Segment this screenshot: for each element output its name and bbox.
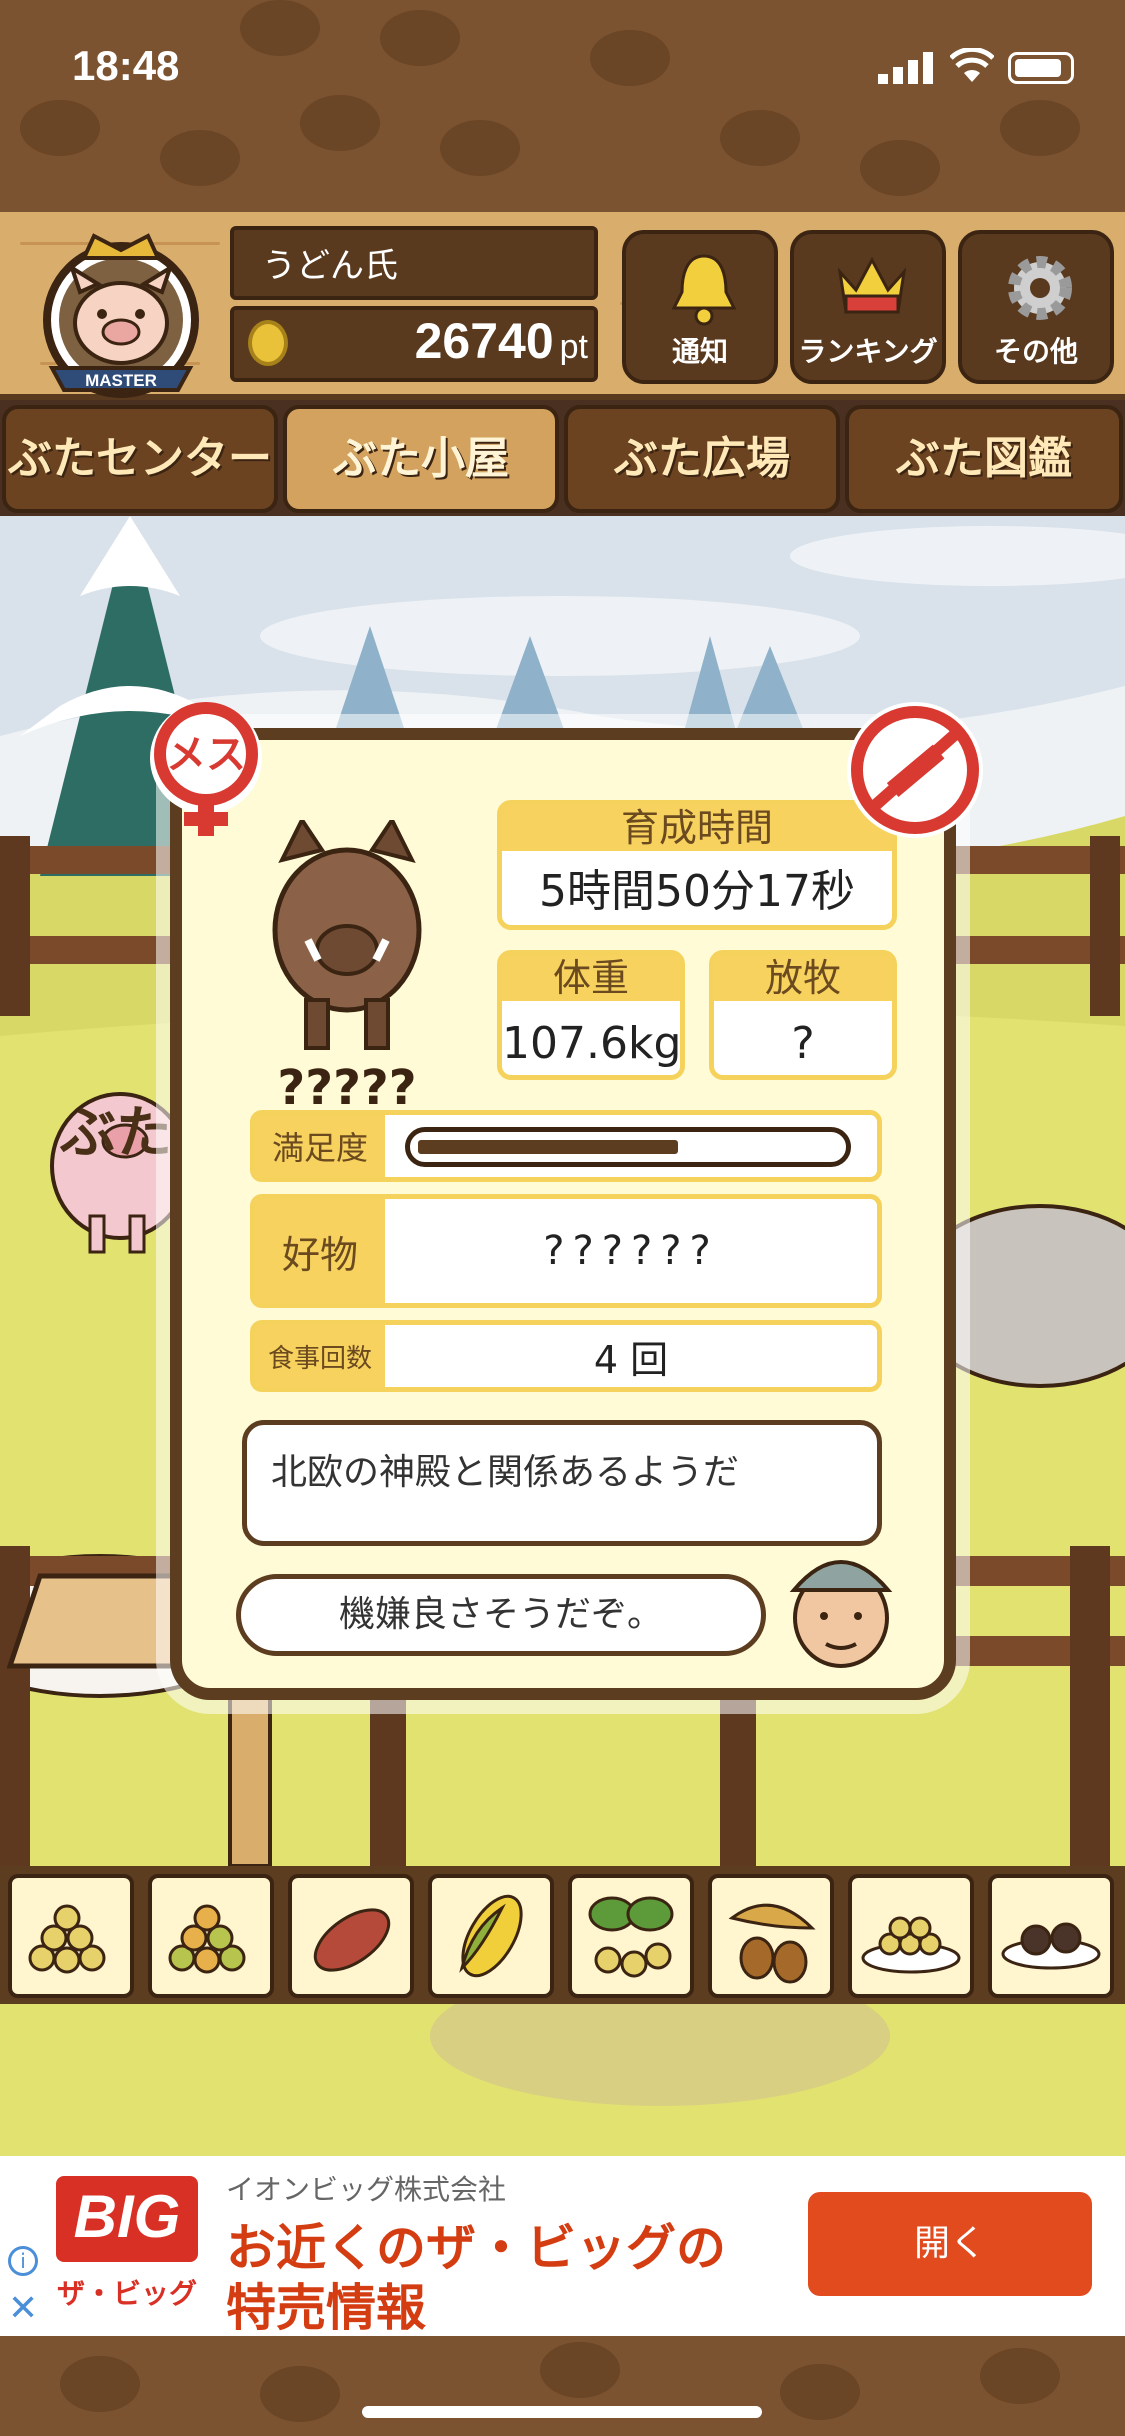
satisfaction-fill xyxy=(418,1140,678,1154)
pasture-label: 放牧 xyxy=(714,955,892,1001)
food-slot-7[interactable] xyxy=(848,1874,974,1998)
username: うどん氏 xyxy=(262,246,398,286)
soybean-icon xyxy=(28,1904,106,1974)
no-injection-icon xyxy=(847,702,983,838)
crown-icon xyxy=(837,256,907,314)
weight-label: 体重 xyxy=(502,955,680,1001)
notification-label: 通知 xyxy=(671,335,728,368)
tab-buta-hut[interactable]: ぶた小屋 xyxy=(283,405,559,513)
advertisement-banner[interactable]: BIG ザ・ビッグ i ✕ イオンビッグ株式会社 お近くのザ・ビッグの 特売情報… xyxy=(0,2156,1125,2337)
ad-logo-text: BIG xyxy=(73,2183,181,2250)
meal-count-row: 食事回数 4 回 xyxy=(250,1320,882,1392)
pig-name: ????? xyxy=(277,1060,417,1116)
ad-logo-sub: ザ・ビッグ xyxy=(56,2277,197,2310)
tab-buta-plaza[interactable]: ぶた広場 xyxy=(564,405,840,513)
weight-value: 107.6kg xyxy=(502,1018,682,1069)
bell-icon xyxy=(671,254,737,326)
truffle-dish-icon xyxy=(1001,1922,1101,1970)
weight-box: 体重 107.6kg xyxy=(497,950,685,1080)
ginkgo-icon xyxy=(588,1896,674,1978)
description-text: 北欧の神殿と関係あるようだ xyxy=(271,1452,740,1493)
top-pattern-band xyxy=(0,0,1125,215)
ad-close-icon[interactable]: ✕ xyxy=(8,2288,38,2329)
tab-buta-center[interactable]: ぶたセンター xyxy=(2,405,278,513)
farmer-face-icon xyxy=(789,1560,893,1668)
food-slot-2[interactable] xyxy=(148,1874,274,1998)
other-label: その他 xyxy=(993,335,1078,368)
farmer-comment-bubble: 機嫌良さそうだぞ。 xyxy=(236,1574,766,1656)
pasture-box: 放牧 ? xyxy=(709,950,897,1080)
mixed-beans-icon xyxy=(168,1904,246,1974)
female-gender-icon: メス xyxy=(150,702,262,836)
food-slot-8[interactable] xyxy=(988,1874,1114,1998)
satisfaction-label: 満足度 xyxy=(255,1115,385,1177)
raise-time-label: 育成時間 xyxy=(502,805,892,851)
acorn-icon xyxy=(728,1903,816,1984)
ad-company: イオンビッグ株式会社 xyxy=(226,2173,507,2206)
tab-buta-encyclopedia[interactable]: ぶた図鑑 xyxy=(845,405,1123,513)
wifi-icon xyxy=(950,48,994,82)
points-display: 26740 pt xyxy=(300,312,588,370)
coin-icon xyxy=(248,320,288,366)
ad-open-button[interactable]: 開く xyxy=(808,2192,1092,2296)
favorite-label: 好物 xyxy=(255,1199,385,1303)
notification-button[interactable]: 通知 xyxy=(622,230,778,384)
points-value: 26740 xyxy=(414,313,554,369)
gear-icon xyxy=(1008,256,1072,320)
food-slot-6[interactable] xyxy=(708,1874,834,1998)
boar-illustration xyxy=(272,820,422,1050)
gender-label: メス xyxy=(166,732,246,778)
food-slot-1[interactable] xyxy=(8,1874,134,1998)
ranking-button[interactable]: ランキング xyxy=(790,230,946,384)
ranking-label: ランキング xyxy=(798,335,938,368)
meal-count-label: 食事回数 xyxy=(255,1325,385,1387)
satisfaction-row: 満足度 xyxy=(250,1110,882,1182)
favorite-value: ?????? xyxy=(543,1228,719,1274)
pig-detail-popup: ????? 育成時間 5時間50分17秒 体重 107.6kg 放牧 ? 満足度… xyxy=(170,728,956,1700)
satisfaction-bar xyxy=(405,1127,851,1167)
status-time: 18:48 xyxy=(72,42,180,89)
other-button[interactable]: その他 xyxy=(958,230,1114,384)
cellular-signal-icon xyxy=(878,52,933,84)
farmer-comment-text: 機嫌良さそうだぞ。 xyxy=(338,1594,663,1635)
raise-time-value: 5時間50分17秒 xyxy=(539,866,855,917)
food-slot-3[interactable] xyxy=(288,1874,414,1998)
food-slot-4[interactable] xyxy=(428,1874,554,1998)
meal-count-value: 4 回 xyxy=(593,1337,669,1382)
pasture-value: ? xyxy=(791,1018,815,1069)
description-bubble: 北欧の神殿と関係あるようだ xyxy=(242,1420,882,1546)
ad-headline-2: 特売情報 xyxy=(226,2279,426,2337)
ad-info-icon[interactable]: i xyxy=(8,2246,38,2276)
food-slot-5[interactable] xyxy=(568,1874,694,1998)
home-indicator[interactable] xyxy=(362,2406,762,2418)
raise-time-box: 育成時間 5時間50分17秒 xyxy=(497,800,897,930)
badge-label: MASTER xyxy=(85,371,157,390)
favorite-row: 好物 ?????? xyxy=(250,1194,882,1308)
master-badge-avatar[interactable]: MASTER xyxy=(22,228,220,398)
points-unit: pt xyxy=(559,328,588,366)
bottom-pattern-band xyxy=(0,2336,1125,2436)
bean-dish-icon xyxy=(861,1916,961,1974)
corn-icon xyxy=(459,1894,523,1978)
battery-icon xyxy=(1008,52,1074,84)
sweet-potato-icon xyxy=(313,1908,391,1972)
